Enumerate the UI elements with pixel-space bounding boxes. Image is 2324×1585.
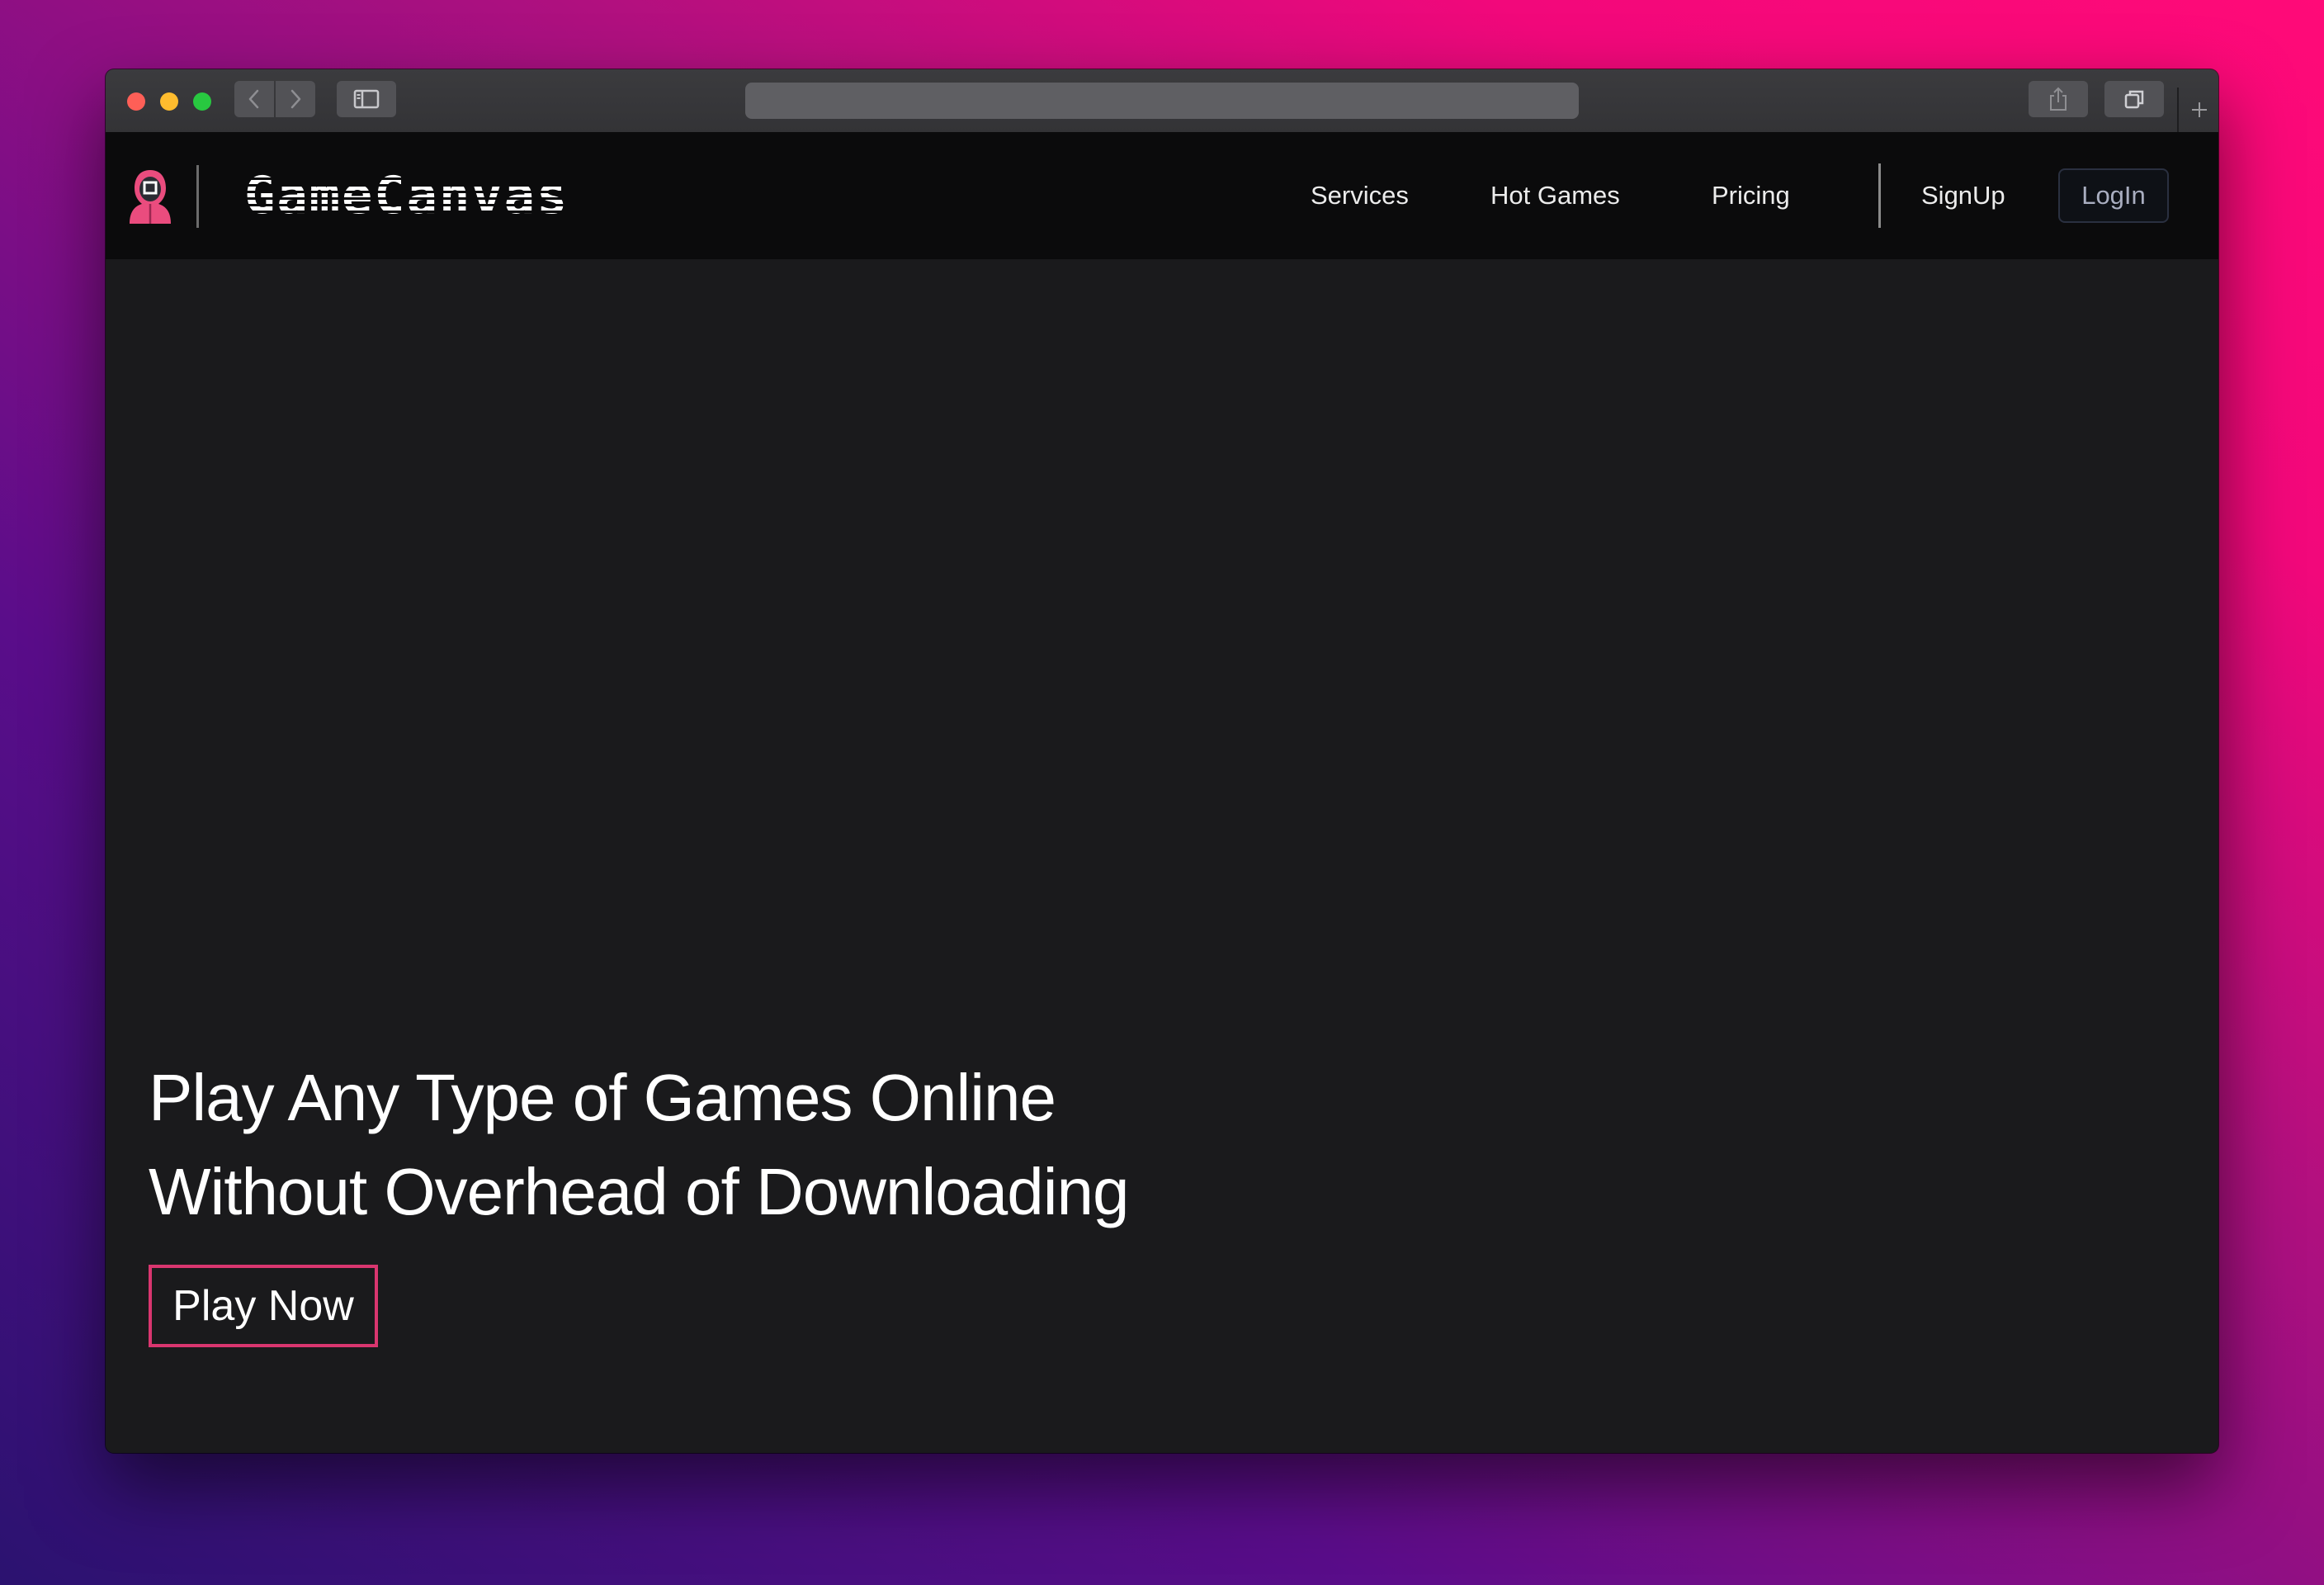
share-icon xyxy=(2050,87,2067,111)
browser-titlebar xyxy=(106,69,2218,134)
nav-link-pricing[interactable]: Pricing xyxy=(1712,177,1790,214)
brand-name[interactable]: GameCanvas xyxy=(244,167,569,225)
hero-headline-line-1: Play Any Type of Games Online xyxy=(149,1061,1056,1134)
login-button[interactable]: LogIn xyxy=(2058,168,2169,223)
hero-section: Play Any Type of Games Online Without Ov… xyxy=(106,259,2218,1453)
sidebar-icon xyxy=(353,89,380,109)
nav-link-hot-games[interactable]: Hot Games xyxy=(1490,177,1620,214)
chevron-left-icon xyxy=(248,89,259,109)
browser-window: GameCanvas Services Hot Games Pricing Si… xyxy=(106,69,2218,1453)
tabs-icon xyxy=(2124,90,2144,109)
hooded-guard-icon[interactable] xyxy=(127,168,173,228)
nav-link-services[interactable]: Services xyxy=(1311,177,1409,214)
sidebar-toggle-button[interactable] xyxy=(337,81,396,117)
share-button[interactable] xyxy=(2029,81,2088,117)
zoom-window-button[interactable] xyxy=(193,92,211,111)
brand-divider xyxy=(196,165,199,228)
forward-button[interactable] xyxy=(276,81,315,117)
new-tab-button[interactable] xyxy=(2177,88,2218,132)
close-window-button[interactable] xyxy=(127,92,145,111)
show-tabs-button[interactable] xyxy=(2104,81,2164,117)
back-button[interactable] xyxy=(234,81,274,117)
nav-divider xyxy=(1878,163,1881,228)
site-navbar: GameCanvas Services Hot Games Pricing Si… xyxy=(106,132,2218,259)
signup-link[interactable]: SignUp xyxy=(1921,177,2005,214)
address-bar[interactable] xyxy=(745,83,1579,119)
chevron-right-icon xyxy=(290,89,301,109)
minimize-window-button[interactable] xyxy=(160,92,178,111)
play-now-button[interactable]: Play Now xyxy=(149,1265,378,1347)
plus-icon xyxy=(2192,102,2207,117)
hero-headline-line-2: Without Overhead of Downloading xyxy=(149,1155,1129,1228)
